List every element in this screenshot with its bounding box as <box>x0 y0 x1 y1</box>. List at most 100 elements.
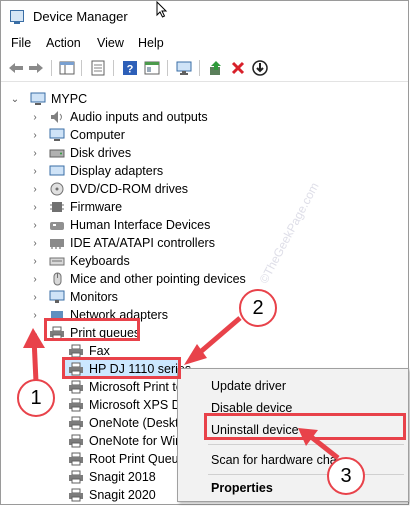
computer-icon <box>49 128 65 141</box>
tree-category[interactable]: › Firmware <box>1 198 301 216</box>
chevron-down-icon[interactable]: ⌄ <box>10 90 20 108</box>
help-icon[interactable]: ? <box>121 59 139 77</box>
tree-category-label: Computer <box>70 128 125 142</box>
tree-root[interactable]: ⌄ MYPC <box>1 90 301 108</box>
tree-device[interactable]: Snagit 2020 <box>1 486 179 504</box>
show-hide-console-tree-icon[interactable] <box>58 59 76 77</box>
menu-view[interactable]: View <box>97 36 124 50</box>
tree-category[interactable]: › Computer <box>1 126 301 144</box>
chevron-right-icon[interactable]: › <box>30 180 40 198</box>
tree-category-label: IDE ATA/ATAPI controllers <box>70 236 215 250</box>
toolbar-separator <box>113 60 114 76</box>
printer-icon <box>69 380 83 394</box>
chevron-right-icon[interactable]: › <box>30 306 40 324</box>
annotation-box-hp-device <box>62 357 181 379</box>
disk-drive-icon <box>49 149 65 158</box>
toolbar-separator <box>199 60 200 76</box>
toolbar-separator <box>51 60 52 76</box>
printer-icon <box>69 434 83 448</box>
window-title: Device Manager <box>33 9 128 24</box>
tree-category[interactable]: › Display adapters <box>1 162 301 180</box>
printer-icon <box>69 416 83 430</box>
tree-category[interactable]: › Keyboards <box>1 252 301 270</box>
tree-device-label: Microsoft XPS Do <box>89 398 179 412</box>
printer-icon <box>69 398 83 412</box>
toolbar-separator <box>81 60 82 76</box>
properties-sheet-icon[interactable] <box>89 59 107 77</box>
tree-device[interactable]: Snagit 2018 <box>1 468 179 486</box>
tree-device-label: OneNote (Deskto <box>89 416 179 430</box>
tree-root-label: MYPC <box>51 92 88 106</box>
chevron-right-icon[interactable]: › <box>30 162 40 180</box>
tree-category[interactable]: › IDE ATA/ATAPI controllers <box>1 234 301 252</box>
uninstall-x-icon[interactable] <box>229 59 247 77</box>
menu-file[interactable]: File <box>11 36 31 50</box>
tree-category-label: Mice and other pointing devices <box>70 272 246 286</box>
context-properties[interactable]: Properties <box>211 481 273 495</box>
tree-device-label: Snagit 2018 <box>89 470 156 484</box>
device-manager-icon <box>10 10 24 24</box>
toolbar: ? <box>1 55 408 82</box>
tree-category-label: Audio inputs and outputs <box>70 110 208 124</box>
tree-device-label: Root Print Queue <box>89 452 179 466</box>
callout-2: 2 <box>239 289 277 327</box>
update-driver-icon[interactable] <box>207 59 225 77</box>
mouse-icon <box>53 272 62 286</box>
context-separator <box>208 474 404 475</box>
computer-icon <box>30 92 46 105</box>
tree-category[interactable]: › Disk drives <box>1 144 301 162</box>
annotation-box-print-queues <box>44 318 140 341</box>
chevron-right-icon[interactable]: › <box>30 144 40 162</box>
tree-device-label: Fax <box>89 344 110 358</box>
tree-category[interactable]: › DVD/CD-ROM drives <box>1 180 301 198</box>
tree-device[interactable]: Root Print Queue <box>1 450 179 468</box>
tree-device-label: OneNote for Win <box>89 434 179 448</box>
speaker-icon <box>51 111 62 123</box>
toolbar-separator <box>167 60 168 76</box>
scan-hardware-monitor-icon[interactable] <box>175 59 193 77</box>
menu-action[interactable]: Action <box>46 36 81 50</box>
context-separator <box>208 444 404 445</box>
chevron-right-icon[interactable]: › <box>30 126 40 144</box>
printer-icon <box>69 452 83 466</box>
tree-device-label: Snagit 2020 <box>89 488 156 502</box>
tree-category-label: Disk drives <box>70 146 132 160</box>
context-update-driver[interactable]: Update driver <box>211 379 286 393</box>
tree-category-label: Keyboards <box>70 254 130 268</box>
printer-icon <box>69 344 83 358</box>
keyboard-icon <box>49 257 65 266</box>
callout-3: 3 <box>327 457 365 495</box>
firmware-icon <box>50 202 64 212</box>
hid-icon <box>50 222 64 230</box>
tree-category[interactable]: › Human Interface Devices <box>1 216 301 234</box>
chevron-right-icon[interactable]: › <box>30 252 40 270</box>
monitor-icon <box>49 290 65 303</box>
dvd-drive-icon <box>50 182 64 196</box>
forward-arrow-icon[interactable] <box>27 59 45 77</box>
ide-controller-icon <box>50 239 64 249</box>
tree-device[interactable]: OneNote for Win <box>1 432 179 450</box>
printer-icon <box>69 470 83 484</box>
chevron-right-icon[interactable]: › <box>30 270 40 288</box>
menu-help[interactable]: Help <box>138 36 164 50</box>
chevron-right-icon[interactable]: › <box>30 234 40 252</box>
chevron-right-icon[interactable]: › <box>30 288 40 306</box>
tree-category-label: Firmware <box>70 200 123 214</box>
chevron-down-icon[interactable]: ⌄ <box>30 324 40 342</box>
menu-bar: File Action View Help <box>1 33 408 55</box>
tree-device-label: Microsoft Print to <box>89 380 179 394</box>
tree-category-label: Human Interface Devices <box>70 218 211 232</box>
chevron-right-icon[interactable]: › <box>30 108 40 126</box>
chevron-right-icon[interactable]: › <box>30 216 40 234</box>
tree-category-label: Monitors <box>70 290 118 304</box>
chevron-right-icon[interactable]: › <box>30 198 40 216</box>
back-arrow-icon[interactable] <box>7 59 25 77</box>
console-view-icon[interactable] <box>143 59 161 77</box>
tree-device[interactable]: OneNote (Deskto <box>1 414 179 432</box>
title-bar: Device Manager <box>1 1 408 33</box>
mouse-pointer-icon <box>156 1 168 18</box>
tree-category[interactable]: › Audio inputs and outputs <box>1 108 301 126</box>
callout-1: 1 <box>17 379 55 417</box>
tree-category-label: Display adapters <box>70 164 164 178</box>
download-circle-icon[interactable] <box>251 59 269 77</box>
